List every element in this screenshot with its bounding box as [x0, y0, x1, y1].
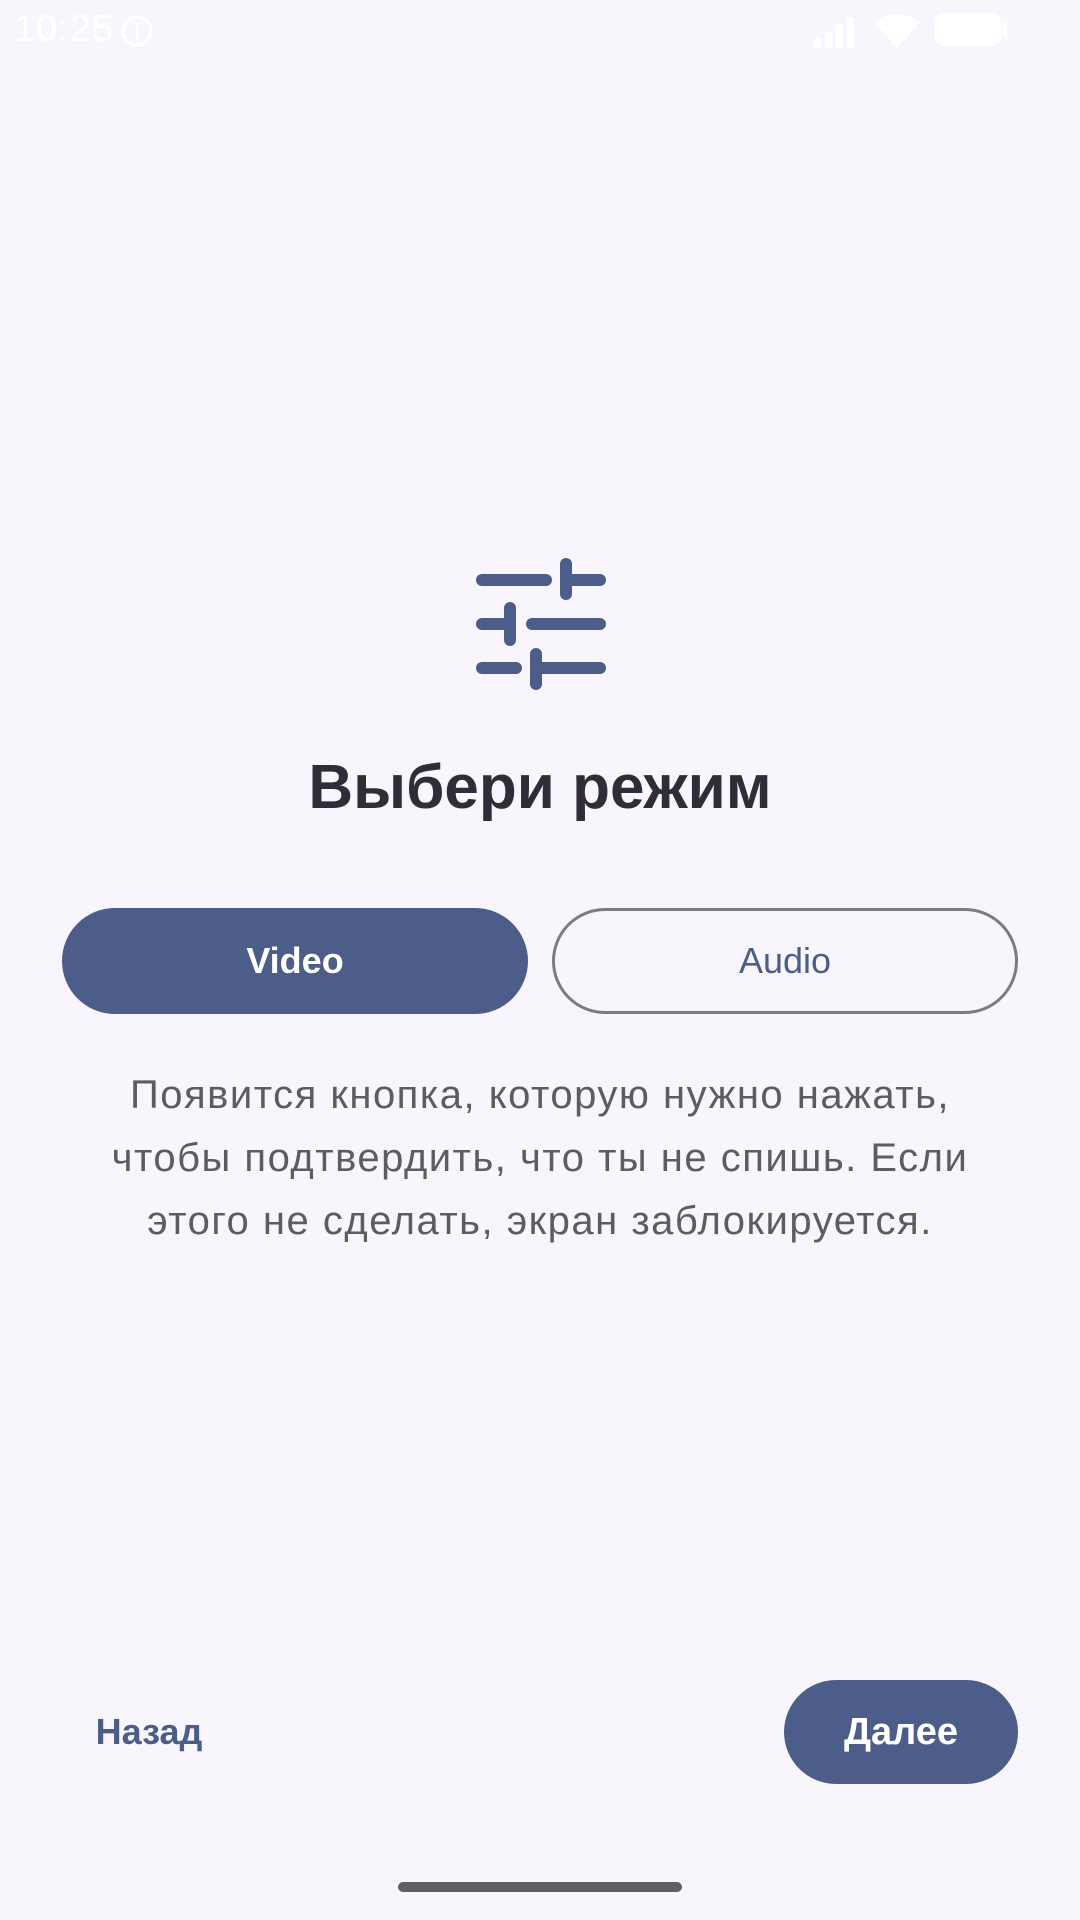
mode-description: Появится кнопка, которую нужно нажать, ч…	[111, 1073, 969, 1243]
battery-icon	[935, 14, 1007, 46]
tune-icon	[476, 558, 606, 690]
status-time: 10:25	[14, 8, 115, 50]
signal-icon	[814, 17, 854, 48]
home-indicator[interactable]	[398, 1882, 682, 1892]
page-title: Выбери режим	[308, 753, 772, 822]
next-button[interactable]: Далее	[784, 1680, 1018, 1784]
info-icon	[121, 15, 153, 47]
back-button[interactable]: Назад	[74, 1680, 224, 1784]
status-bar: 10:25	[0, 0, 1080, 64]
mode-toggle: Video Audio	[62, 908, 1018, 1014]
wifi-icon	[874, 14, 920, 48]
mode-audio-button[interactable]: Audio	[552, 908, 1018, 1014]
mode-video-button[interactable]: Video	[62, 908, 528, 1014]
